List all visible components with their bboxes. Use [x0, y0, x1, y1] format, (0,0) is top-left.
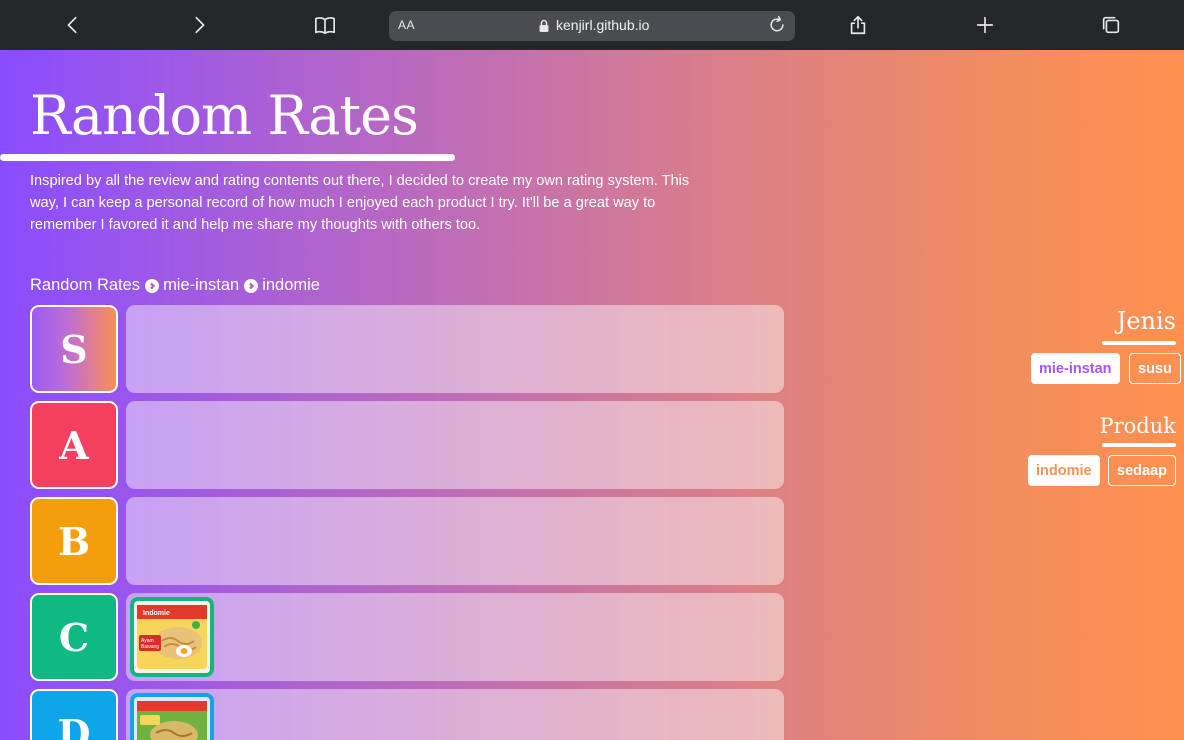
breadcrumb: Random Rates mie-instan indomie [30, 276, 320, 295]
tier-row-d [126, 689, 784, 740]
jenis-underline [1102, 341, 1176, 345]
tier-label-s: S [30, 305, 118, 393]
chevron-right-circle-icon [145, 278, 160, 293]
noodle-package-image: Indomie Ayam Bawang [134, 601, 210, 673]
page-content: Random Rates Inspired by all the review … [0, 50, 1184, 740]
plus-icon [976, 16, 994, 34]
breadcrumb-indomie[interactable]: indomie [262, 276, 320, 295]
bookmarks-button[interactable] [311, 11, 339, 39]
chevron-right-circle-icon [244, 278, 259, 293]
page-title: Random Rates [30, 84, 419, 147]
produk-heading: Produk [1099, 414, 1176, 438]
breadcrumb-mie-instan[interactable]: mie-instan [163, 276, 239, 295]
tier-row-c: Indomie Ayam Bawang [126, 593, 784, 681]
lock-icon [539, 19, 549, 32]
address-bar[interactable]: AA kenjirl.github.io [389, 11, 795, 41]
tag-indomie[interactable]: indomie [1028, 455, 1100, 486]
tag-susu[interactable]: susu [1129, 353, 1181, 384]
tier-label-c: C [30, 593, 118, 681]
tier-s: S [30, 305, 784, 393]
svg-text:Bawang: Bawang [141, 644, 159, 650]
tier-label-a: A [30, 401, 118, 489]
book-icon [315, 17, 335, 35]
share-button[interactable] [844, 11, 872, 39]
tier-a: A [30, 401, 784, 489]
product-thumbnail[interactable]: Indomie Ayam Bawang [130, 597, 214, 677]
tag-sedaap[interactable]: sedaap [1108, 455, 1176, 486]
tier-row-b [126, 497, 784, 585]
tier-label-b: B [30, 497, 118, 585]
jenis-heading: Jenis [1116, 307, 1176, 335]
product-thumbnail[interactable] [130, 693, 214, 740]
svg-text:Indomie: Indomie [143, 610, 170, 617]
tabs-button[interactable] [1097, 11, 1125, 39]
noodle-package-image [134, 697, 210, 740]
reload-button[interactable] [767, 15, 789, 37]
tier-c: C Indomie Ayam Bawang [30, 593, 784, 681]
tier-d: D [30, 689, 784, 740]
reload-icon [770, 15, 784, 32]
browser-toolbar: AA kenjirl.github.io [0, 0, 1184, 50]
title-underline [0, 154, 455, 161]
url-text: kenjirl.github.io [556, 17, 650, 33]
forward-button[interactable] [185, 11, 213, 39]
share-icon [850, 15, 866, 35]
back-button[interactable] [59, 11, 87, 39]
intro-text: Inspired by all the review and rating co… [30, 173, 690, 233]
tier-row-a [126, 401, 784, 489]
new-tab-button[interactable] [971, 11, 999, 39]
tier-label-d: D [30, 689, 118, 740]
breadcrumb-home[interactable]: Random Rates [30, 276, 140, 295]
tag-mie-instan[interactable]: mie-instan [1031, 353, 1120, 384]
tabs-icon [1102, 16, 1120, 34]
text-size-button[interactable]: AA [398, 18, 415, 32]
chevron-right-icon [195, 16, 205, 34]
tier-b: B [30, 497, 784, 585]
chevron-left-icon [67, 16, 77, 34]
tier-row-s [126, 305, 784, 393]
produk-underline [1102, 443, 1176, 447]
